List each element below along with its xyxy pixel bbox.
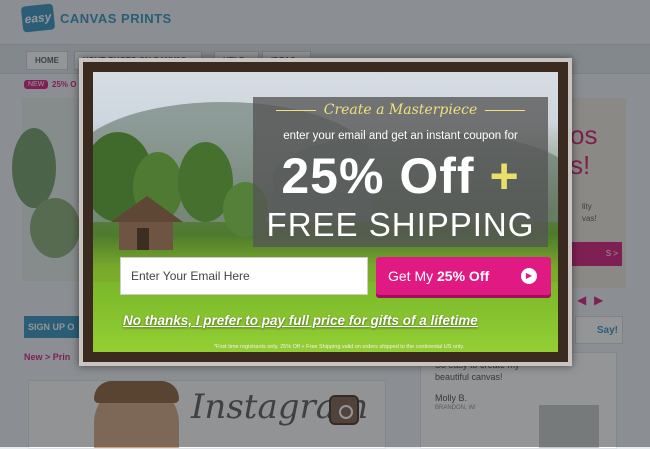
cta-bold: 25% Off bbox=[437, 268, 490, 284]
landscape-background: Create a Masterpiece enter your email an… bbox=[93, 72, 558, 352]
tagline: Create a Masterpiece bbox=[253, 102, 548, 118]
coupon-modal: Create a Masterpiece enter your email an… bbox=[79, 58, 572, 366]
decline-link[interactable]: No thanks, I prefer to pay full price fo… bbox=[123, 313, 553, 328]
promo-box: Create a Masterpiece enter your email an… bbox=[253, 97, 548, 247]
free-shipping-headline: FREE SHIPPING bbox=[266, 206, 535, 243]
subtitle: enter your email and get an instant coup… bbox=[283, 130, 518, 142]
play-circle-icon: ▶ bbox=[521, 268, 537, 284]
email-input[interactable] bbox=[120, 257, 368, 295]
discount-text: 25% Off bbox=[281, 148, 475, 204]
get-coupon-button[interactable]: Get My 25% Off ▶ bbox=[376, 257, 551, 295]
plus-sign: + bbox=[489, 148, 520, 204]
hut-shape bbox=[111, 196, 183, 250]
cta-prefix: Get My bbox=[388, 268, 438, 284]
discount-headline: 25% Off + bbox=[253, 147, 548, 205]
hut-roof bbox=[111, 196, 183, 222]
fine-print: *First time registrants only. 25% Off + … bbox=[213, 344, 465, 350]
hut-door bbox=[137, 228, 149, 250]
